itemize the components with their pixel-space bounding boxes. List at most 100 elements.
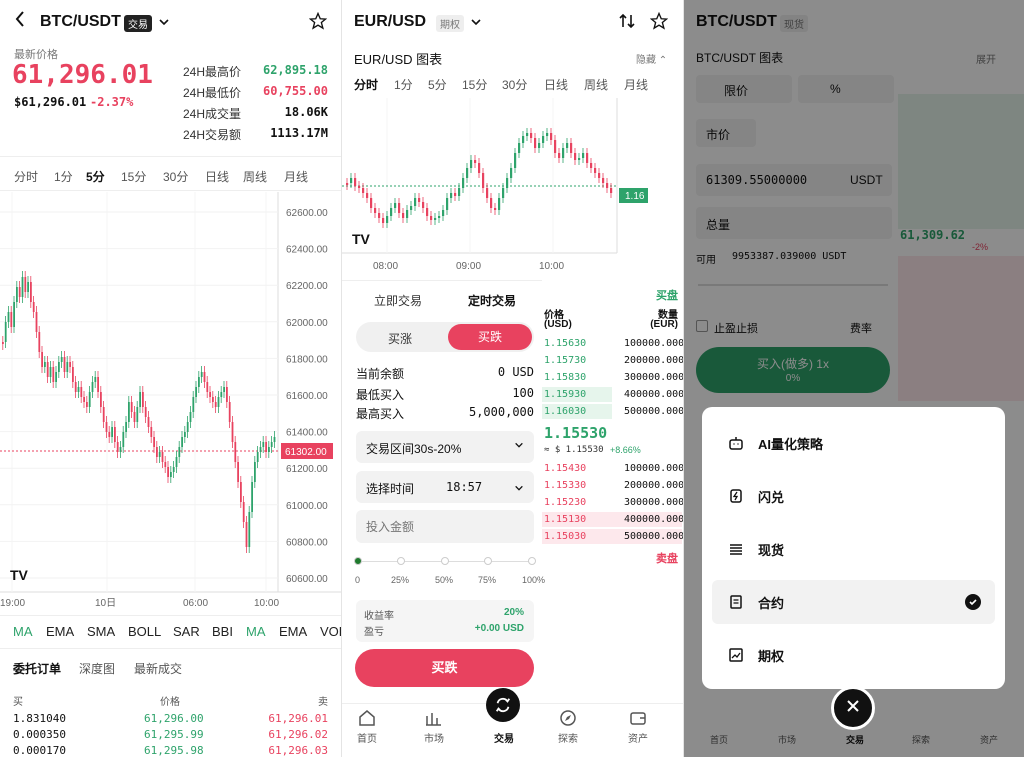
- slider-stop[interactable]: [484, 557, 492, 565]
- candle: [172, 467, 175, 472]
- nav-item[interactable]: 资产: [628, 708, 668, 748]
- yield-box: 收益率 20% 盈亏 +0.00 USD: [356, 600, 534, 642]
- time-select[interactable]: 选择时间 18:57: [356, 471, 534, 503]
- orderbook-tab[interactable]: 深度图: [79, 660, 115, 677]
- timeframe-tab[interactable]: 月线: [624, 76, 648, 93]
- price-axis-label: 61200.00: [286, 464, 328, 475]
- pair-title[interactable]: EUR/USD: [354, 13, 426, 31]
- buy-up-button[interactable]: 买涨: [356, 330, 444, 347]
- candle: [116, 442, 119, 452]
- indicator-tab[interactable]: VOL: [320, 624, 341, 639]
- candle: [119, 447, 122, 452]
- menu-item[interactable]: 期权: [712, 633, 995, 677]
- indicator-tab[interactable]: MA: [13, 624, 33, 639]
- timeframe-tab[interactable]: 分时: [354, 76, 378, 93]
- tab-timed-trade[interactable]: 定时交易: [468, 292, 516, 309]
- candle: [370, 198, 373, 208]
- candle: [122, 432, 125, 447]
- timeframe-tab[interactable]: 5分: [428, 76, 447, 93]
- nav-item[interactable]: 市场: [424, 708, 464, 748]
- timeframe-tab[interactable]: 30分: [502, 76, 527, 93]
- timeframe-tab[interactable]: 1分: [394, 76, 413, 93]
- orderbook-tab[interactable]: 最新成交: [134, 660, 182, 677]
- candle: [83, 397, 85, 402]
- candle: [49, 367, 52, 377]
- menu-item[interactable]: 现货: [712, 527, 995, 571]
- nav-label: 探索: [558, 734, 578, 745]
- indicator-tab[interactable]: MA: [246, 624, 266, 639]
- indicator-tab[interactable]: BOLL: [128, 624, 161, 639]
- nav-item[interactable]: 交易: [486, 688, 532, 748]
- chart-logo: TV: [10, 567, 29, 583]
- timeframe-tab[interactable]: 日线: [205, 168, 229, 185]
- buy-side-label: 买盘: [656, 290, 678, 302]
- chevron-down-icon[interactable]: [470, 14, 482, 32]
- menu-item-label: 合约: [758, 595, 785, 611]
- timeframe-tab[interactable]: 周线: [584, 76, 608, 93]
- close-menu-button[interactable]: [831, 686, 875, 730]
- candle: [346, 183, 349, 185]
- timeframe-tab[interactable]: 月线: [284, 168, 308, 185]
- candlestick-chart[interactable]: 08:00 09:00 10:00 1.16 TV: [342, 98, 683, 273]
- timeframe-tab[interactable]: 30分: [163, 168, 188, 185]
- amount-input[interactable]: [356, 510, 534, 543]
- pnl-value: +0.00 USD: [474, 623, 524, 634]
- timeframe-tab[interactable]: 分时: [14, 168, 38, 185]
- chevron-down-icon[interactable]: [158, 14, 170, 32]
- candle: [506, 178, 509, 188]
- nav-item[interactable]: 首页: [357, 708, 397, 748]
- candle: [156, 447, 158, 457]
- candle: [248, 512, 251, 547]
- candle: [574, 153, 577, 160]
- range-select[interactable]: 交易区间30s-20%: [356, 431, 534, 463]
- indicator-tab[interactable]: SMA: [87, 624, 115, 639]
- candle: [418, 198, 421, 202]
- indicator-tab[interactable]: EMA: [46, 624, 74, 639]
- candlestick-chart[interactable]: 62600.00 62400.00 62200.00 62000.00 61800.00…: [0, 192, 341, 612]
- pair-tag: 交易: [124, 15, 152, 33]
- submit-buy-down-button[interactable]: 买跌: [355, 649, 534, 687]
- buy-down-button[interactable]: 买跌: [448, 324, 532, 350]
- candle: [538, 143, 541, 148]
- candle: [27, 282, 29, 292]
- time-axis-label: 08:00: [373, 261, 398, 272]
- tab-instant-trade[interactable]: 立即交易: [374, 292, 422, 309]
- slider-stop[interactable]: [354, 557, 362, 565]
- star-icon[interactable]: [308, 11, 328, 35]
- timeframe-tab[interactable]: 1分: [54, 168, 73, 185]
- ob-bid-qty: 400000.000000: [624, 514, 683, 525]
- slider-mark-label: 0: [355, 575, 361, 585]
- back-icon[interactable]: [14, 10, 26, 33]
- menu-item[interactable]: 闪兑: [712, 474, 995, 518]
- star-icon[interactable]: [649, 11, 669, 35]
- candle: [125, 422, 127, 432]
- hide-chart-button[interactable]: 隐藏 ⌃: [636, 51, 667, 66]
- orderbook-tab[interactable]: 委托订单: [13, 660, 61, 677]
- candle: [454, 193, 457, 196]
- indicator-tab[interactable]: SAR: [173, 624, 200, 639]
- slider-stop[interactable]: [528, 557, 536, 565]
- timeframe-tab[interactable]: 日线: [544, 76, 568, 93]
- timeframe-tab[interactable]: 15分: [462, 76, 487, 93]
- indicator-tab[interactable]: EMA: [279, 624, 307, 639]
- candle: [161, 452, 164, 462]
- nav-item[interactable]: 探索: [558, 708, 598, 748]
- timeframe-tab[interactable]: 5分: [86, 168, 105, 185]
- menu-item[interactable]: AI量化策略: [712, 421, 995, 465]
- menu-item[interactable]: 合约: [712, 580, 995, 624]
- timeframe-tab[interactable]: 15分: [121, 168, 146, 185]
- slider-stop[interactable]: [397, 557, 405, 565]
- candle: [558, 153, 561, 158]
- pnl-label: 盈亏: [364, 627, 384, 638]
- time-select-value: 18:57: [446, 480, 483, 494]
- pair-title[interactable]: BTC/USDT: [40, 13, 121, 31]
- ob-ask-price: 1.15930: [544, 389, 587, 400]
- candle: [426, 208, 429, 216]
- candle: [606, 183, 609, 188]
- slider-stop[interactable]: [441, 557, 449, 565]
- sort-arrows-icon[interactable]: [619, 13, 635, 34]
- indicator-tab[interactable]: BBI: [212, 624, 233, 639]
- candle: [91, 382, 94, 392]
- timeframe-tab[interactable]: 周线: [243, 168, 267, 185]
- price-axis-label: 60600.00: [286, 574, 328, 585]
